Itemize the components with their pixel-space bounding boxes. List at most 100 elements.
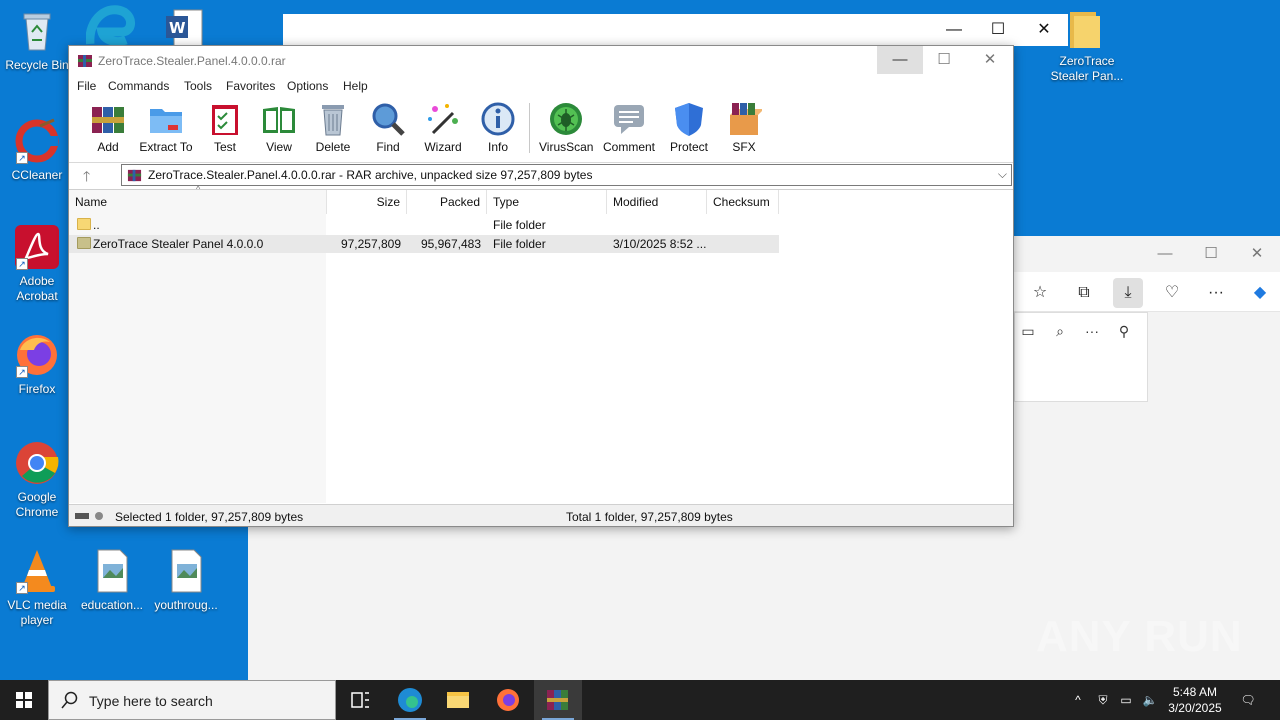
delete-trash-icon xyxy=(315,101,351,137)
column-checksum[interactable]: Checksum xyxy=(707,190,779,214)
menu-help[interactable]: Help xyxy=(343,79,368,93)
find-button[interactable]: Find xyxy=(367,101,409,155)
winrar-icon xyxy=(547,690,568,710)
close-button[interactable]: ✕ xyxy=(1021,18,1067,42)
column-packed[interactable]: Packed xyxy=(407,190,487,214)
column-size[interactable]: Size xyxy=(327,190,407,214)
virusscan-label: VirusScan xyxy=(539,140,594,154)
status-bar: Selected 1 folder, 97,257,809 bytes Tota… xyxy=(69,504,1013,526)
edge-minimize-button[interactable]: — xyxy=(1142,242,1188,266)
recycle-bin-icon xyxy=(14,8,60,54)
more-menu-icon[interactable]: ··· xyxy=(1201,278,1231,308)
delete-button[interactable]: Delete xyxy=(311,101,355,155)
desktop-icon-edge-partial[interactable] xyxy=(85,4,136,47)
maximize-button[interactable]: ☐ xyxy=(921,46,967,74)
info-button[interactable]: Info xyxy=(479,101,517,155)
column-name[interactable]: Name xyxy=(69,190,327,214)
edge-icon xyxy=(85,5,135,47)
extract-to-button[interactable]: Extract To xyxy=(139,101,193,155)
desktop-icon-google-chrome[interactable]: Google Chrome xyxy=(0,440,74,520)
comment-label: Comment xyxy=(602,140,655,154)
menu-tools[interactable]: Tools xyxy=(184,79,212,93)
desktop-icon-recycle-bin[interactable]: Recycle Bin xyxy=(0,8,74,73)
show-hidden-icons-chevron-icon[interactable]: ^ xyxy=(1068,680,1088,720)
taskbar-edge[interactable] xyxy=(386,680,434,720)
test-button[interactable]: Test xyxy=(203,101,247,155)
wizard-button[interactable]: Wizard xyxy=(421,101,465,155)
sfx-button[interactable]: SFX xyxy=(723,101,765,155)
toolbar-separator xyxy=(529,103,530,153)
volume-icon[interactable]: 🔈 xyxy=(1140,680,1160,720)
column-modified[interactable]: Modified xyxy=(607,190,707,214)
desktop-icon-firefox[interactable]: ↗ Firefox xyxy=(0,332,74,397)
desktop-icon-label: CCleaner xyxy=(11,168,63,182)
maximize-button[interactable]: ☐ xyxy=(975,18,1021,42)
desktop-icon-youthroug-file[interactable]: youthroug... xyxy=(149,548,223,613)
start-button[interactable] xyxy=(0,680,48,720)
desktop-icon-ccleaner[interactable]: ↗ CCleaner xyxy=(0,118,74,183)
image-file-icon xyxy=(89,548,135,594)
favorites-icon[interactable]: ☆ xyxy=(1025,278,1055,308)
taskbar-firefox[interactable] xyxy=(484,680,532,720)
desktop-icon-adobe-acrobat[interactable]: ↗ Adobe Acrobat xyxy=(0,224,74,304)
desktop-icon-word-partial[interactable]: W xyxy=(164,8,204,47)
search-icon[interactable]: ⌕ xyxy=(1047,319,1073,343)
desktop-icon-label: youthroug... xyxy=(154,598,218,612)
row-type: File folder xyxy=(493,237,546,251)
clock[interactable]: 5:48 AM 3/20/2025 xyxy=(1160,684,1230,716)
taskbar-winrar[interactable] xyxy=(534,680,582,720)
network-icon[interactable]: ▭ xyxy=(1116,680,1136,720)
firefox-icon: ↗ xyxy=(14,332,60,378)
taskbar-search-box[interactable]: Type here to search xyxy=(48,680,336,720)
minimize-button[interactable]: — xyxy=(877,46,923,74)
row-type: File folder xyxy=(493,218,546,232)
search-placeholder: Type here to search xyxy=(89,693,213,709)
drive-icon xyxy=(75,512,103,520)
chrome-icon xyxy=(14,440,60,486)
search-icon xyxy=(61,691,78,709)
menu-file[interactable]: File xyxy=(77,79,96,93)
vlc-icon: ↗ xyxy=(14,548,60,594)
test-clipboard-icon xyxy=(207,101,243,137)
taskbar-file-explorer[interactable] xyxy=(434,680,482,720)
open-folder-icon[interactable]: ▭ xyxy=(1015,319,1041,343)
row-packed: 95,967,483 xyxy=(420,237,481,251)
task-view-button[interactable] xyxy=(336,680,384,720)
desktop-icon-education-file[interactable]: education... xyxy=(75,548,149,613)
more-options-icon[interactable]: ··· xyxy=(1079,319,1105,343)
collections-icon[interactable]: ⧉ xyxy=(1069,278,1099,308)
virusscan-button[interactable]: VirusScan xyxy=(539,101,593,155)
menu-commands[interactable]: Commands xyxy=(108,79,169,93)
view-label: View xyxy=(266,140,292,154)
close-button[interactable]: ✕ xyxy=(967,46,1013,74)
notifications-icon[interactable]: 🗨 xyxy=(1236,680,1260,720)
add-button[interactable]: Add xyxy=(87,101,129,155)
menu-favorites[interactable]: Favorites xyxy=(226,79,275,93)
defender-tray-icon[interactable]: ⛨ xyxy=(1094,680,1112,720)
desktop-icon-label: Google Chrome xyxy=(15,490,59,519)
protect-button[interactable]: Protect xyxy=(667,101,711,155)
menu-options[interactable]: Options xyxy=(287,79,328,93)
comment-button[interactable]: Comment xyxy=(601,101,657,155)
copilot-icon[interactable]: ◆ xyxy=(1245,278,1275,308)
desktop-icon-label: Recycle Bin xyxy=(5,58,69,72)
view-button[interactable]: View xyxy=(257,101,301,155)
edge-close-button[interactable]: ✕ xyxy=(1234,242,1280,266)
pin-icon[interactable]: ⚲ xyxy=(1111,319,1137,343)
add-archive-icon xyxy=(90,101,126,137)
up-one-level-icon[interactable]: 🡑 xyxy=(83,166,90,190)
table-row-parent[interactable]: .. File folder xyxy=(69,216,779,234)
table-row-selected[interactable]: ZeroTrace Stealer Panel 4.0.0.0 97,257,8… xyxy=(69,235,779,253)
shortcut-arrow-icon: ↗ xyxy=(16,366,28,378)
archive-path-dropdown[interactable]: ZeroTrace.Stealer.Panel.4.0.0.0.rar - RA… xyxy=(121,164,1012,186)
minimize-button[interactable]: — xyxy=(931,18,977,42)
chevron-down-icon[interactable]: ⌵ xyxy=(998,167,1007,182)
browser-essentials-icon[interactable]: ♡ xyxy=(1157,278,1187,308)
desktop-icon-vlc[interactable]: ↗ VLC media player xyxy=(0,548,74,628)
delete-label: Delete xyxy=(315,140,351,154)
column-type[interactable]: Type xyxy=(487,190,607,214)
edge-maximize-button[interactable]: ☐ xyxy=(1188,242,1234,266)
protect-label: Protect xyxy=(669,140,708,154)
downloads-icon[interactable]: ⤓ xyxy=(1113,278,1143,308)
svg-text:W: W xyxy=(169,19,186,37)
